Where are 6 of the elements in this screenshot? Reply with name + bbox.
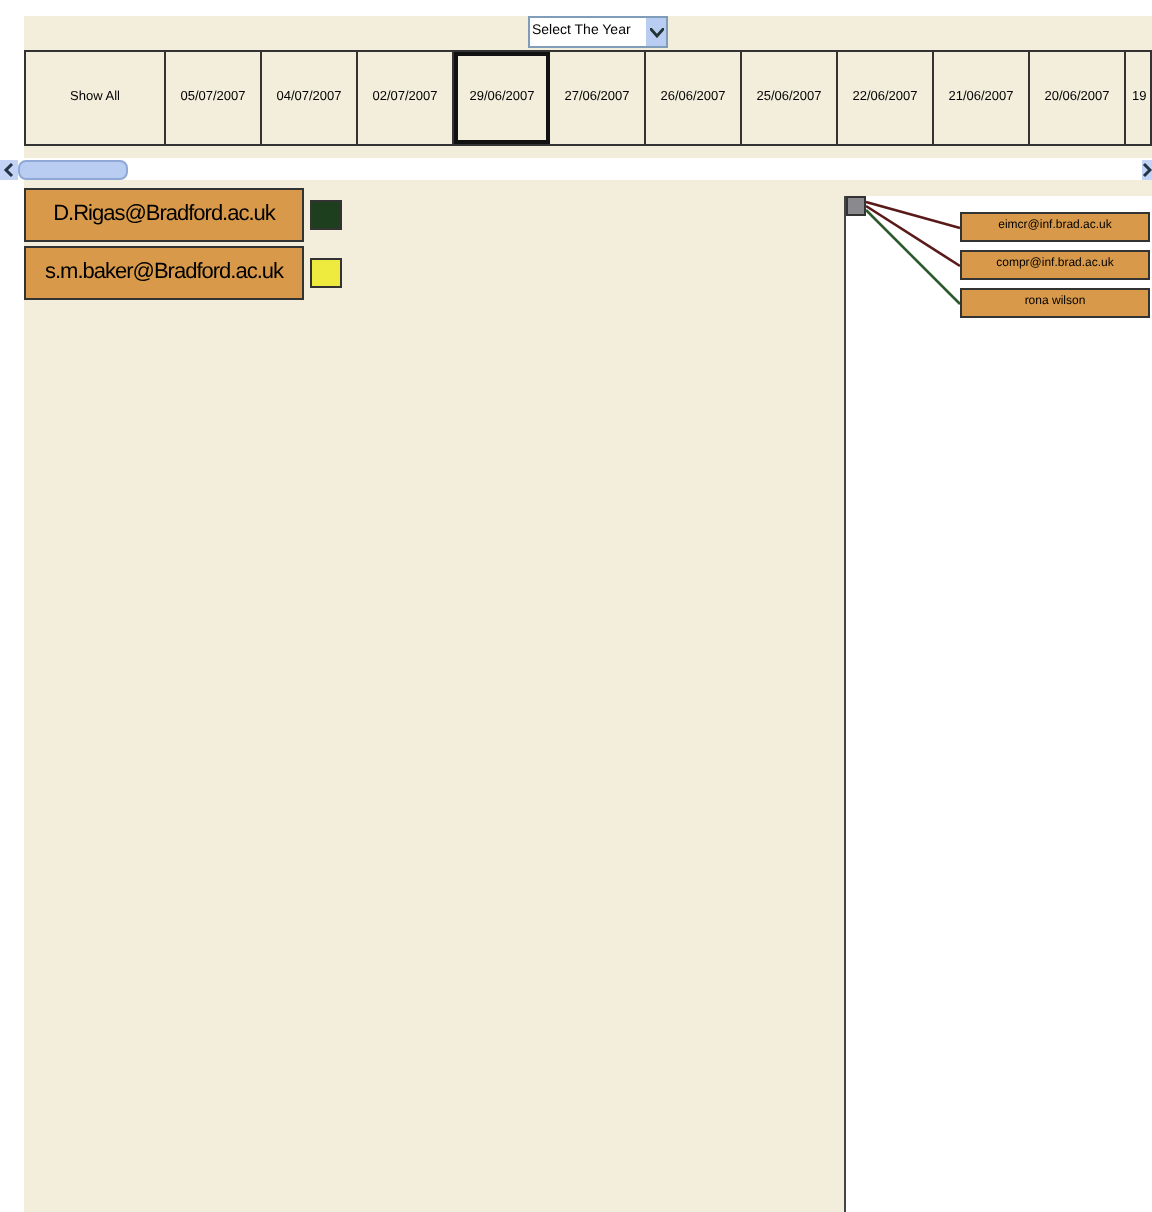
sender-box[interactable]: D.Rigas@Bradford.ac.uk [24,188,304,242]
sender-box[interactable]: s.m.baker@Bradford.ac.uk [24,246,304,300]
node-square[interactable] [846,196,866,216]
scrollbar-thumb[interactable] [18,159,128,179]
scroll-right-icon[interactable] [1142,159,1152,179]
scroll-left-icon[interactable] [0,159,18,179]
